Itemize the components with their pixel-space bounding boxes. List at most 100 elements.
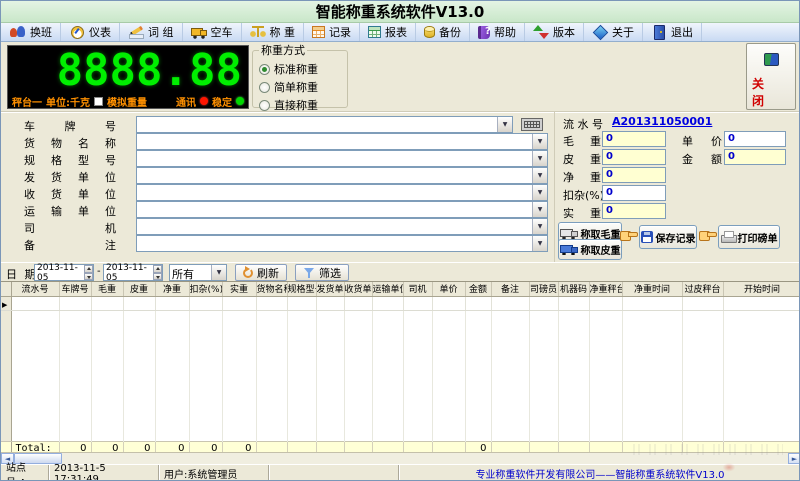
spec-model-combobox[interactable]	[136, 150, 548, 167]
toolbar-button-records[interactable]: 记录	[304, 23, 360, 41]
funnel-icon	[303, 267, 315, 279]
spin-down-icon[interactable]	[84, 273, 93, 281]
take-tare-button[interactable]: 称取皮重	[558, 239, 622, 260]
column-header[interactable]: 皮重	[123, 282, 155, 296]
net-weight-label: 净重	[563, 169, 601, 185]
toolbar-button-backup[interactable]: 备份	[416, 23, 470, 41]
column-header[interactable]: 流水号	[11, 282, 59, 296]
exit-icon	[651, 25, 667, 39]
scroll-right-icon[interactable]	[788, 453, 800, 464]
chevron-down-icon[interactable]	[532, 151, 547, 166]
toolbar-button-phrase[interactable]: 词 组	[120, 23, 183, 41]
chevron-down-icon[interactable]	[211, 265, 226, 280]
toolbar-label: 换班	[30, 24, 52, 40]
date-spinner[interactable]	[153, 265, 162, 280]
column-header[interactable]: 司磅员	[529, 282, 558, 296]
column-header[interactable]: 发货单位	[316, 282, 344, 296]
column-header[interactable]: 净重时间	[622, 282, 682, 296]
toolbar-button-shift[interactable]: 换班	[2, 23, 61, 41]
transporter-combobox[interactable]	[136, 201, 548, 218]
chevron-down-icon[interactable]	[497, 117, 512, 132]
spin-up-icon[interactable]	[84, 265, 93, 273]
chevron-down-icon[interactable]	[532, 168, 547, 183]
column-header[interactable]: 机器码	[558, 282, 589, 296]
gross-weight-field[interactable]: 0	[602, 131, 666, 147]
window-title: 智能称重系统软件V13.0	[316, 1, 485, 22]
toolbar-button-weigh[interactable]: 称 重	[242, 23, 305, 41]
toolbar-button-exit[interactable]: 退出	[643, 23, 702, 41]
column-header[interactable]: 毛重	[91, 282, 123, 296]
receiver-combobox[interactable]	[136, 184, 548, 201]
amount-field[interactable]: 0	[724, 149, 786, 165]
station-cell: 站点号:A	[1, 465, 49, 481]
toolbar-button-about[interactable]: 关于	[584, 23, 643, 41]
chevron-down-icon[interactable]	[532, 134, 547, 149]
unit-price-field[interactable]: 0	[724, 131, 786, 147]
shipper-combobox[interactable]	[136, 167, 548, 184]
filter-button[interactable]: 筛选	[295, 264, 349, 281]
column-header[interactable]: 备注	[491, 282, 529, 296]
driver-combobox[interactable]	[136, 218, 548, 235]
print-ticket-button[interactable]: 打印磅单	[718, 225, 780, 249]
column-header[interactable]: 金额	[465, 282, 491, 296]
chevron-down-icon[interactable]	[532, 236, 547, 251]
combobox-value	[137, 151, 532, 166]
date-spinner[interactable]	[84, 265, 93, 280]
chevron-down-icon[interactable]	[532, 202, 547, 217]
column-header[interactable]: 车牌号	[59, 282, 91, 296]
column-header[interactable]: 过皮秤台	[682, 282, 723, 296]
column-header[interactable]: 规格型号	[287, 282, 316, 296]
help-icon	[478, 26, 490, 39]
date-range-separator: -	[97, 266, 101, 277]
plate-number-combobox[interactable]	[136, 116, 513, 133]
date-from-input[interactable]: 2013-11-05	[34, 264, 94, 281]
title-bar: 智能称重系统软件V13.0	[1, 1, 799, 23]
column-header[interactable]: 单价	[432, 282, 465, 296]
refresh-button[interactable]: 刷新	[235, 264, 287, 281]
goods-name-combobox[interactable]	[136, 133, 548, 150]
scrollbar-track[interactable]	[62, 453, 788, 464]
column-header[interactable]: 净重秤台	[589, 282, 622, 296]
column-header[interactable]: 开始时间	[723, 282, 800, 296]
close-button[interactable]: 关 闭	[746, 43, 796, 110]
chevron-down-icon[interactable]	[532, 185, 547, 200]
scope-dropdown[interactable]: 所有	[169, 264, 227, 281]
net-weight-field[interactable]: 0	[602, 167, 666, 183]
spin-up-icon[interactable]	[153, 265, 162, 273]
radio-standard-weigh[interactable]: 标准称重	[259, 61, 343, 77]
toolbar-button-report[interactable]: 报表	[360, 23, 416, 41]
toolbar-button-empty-truck[interactable]: 空车	[183, 23, 242, 41]
column-header[interactable]: 净重	[155, 282, 189, 296]
records-grid: 流水号 车牌号 毛重 皮重 净重 扣杂(%) 实重 货物名称 规格型号 发货单位…	[1, 281, 800, 452]
tare-weight-field[interactable]: 0	[602, 149, 666, 165]
date-to-input[interactable]: 2013-11-05	[103, 264, 163, 281]
column-header[interactable]: 实重	[222, 282, 256, 296]
column-header[interactable]: 扣杂(%)	[189, 282, 222, 296]
column-header[interactable]: 收货单位	[344, 282, 372, 296]
simulate-weight-checkbox[interactable]	[94, 97, 103, 106]
row-selector-header	[1, 282, 11, 296]
chevron-down-icon[interactable]	[532, 219, 547, 234]
radio-icon	[259, 82, 270, 93]
toolbar-button-meter[interactable]: 仪表	[61, 23, 120, 41]
column-header[interactable]: 司机	[403, 282, 432, 296]
impurity-field[interactable]: 0	[602, 185, 666, 201]
toolbar-button-help[interactable]: 帮助	[470, 23, 525, 41]
keyboard-icon[interactable]	[521, 118, 543, 131]
combobox-value	[137, 117, 497, 132]
remark-combobox[interactable]	[136, 235, 548, 252]
shift-icon	[10, 25, 26, 39]
radio-simple-weigh[interactable]: 简单称重	[259, 79, 343, 95]
current-row-marker-icon	[1, 297, 11, 310]
datetime-value: 2013-11-5 17:31:49	[54, 463, 153, 481]
spin-down-icon[interactable]	[153, 273, 162, 281]
column-header[interactable]: 运输单位	[372, 282, 403, 296]
save-record-button[interactable]: 保存记录	[639, 225, 697, 249]
grid-empty-row[interactable]	[1, 296, 800, 310]
weight-readout: 8888.88	[8, 46, 248, 94]
company-cell: 专业称重软件开发有限公司——智能称重系统软件V13.0	[399, 465, 800, 481]
column-header[interactable]: 货物名称	[256, 282, 287, 296]
toolbar-button-version[interactable]: 版本	[525, 23, 584, 41]
toolbar-label: 称 重	[270, 24, 296, 40]
actual-weight-field[interactable]: 0	[602, 203, 666, 219]
